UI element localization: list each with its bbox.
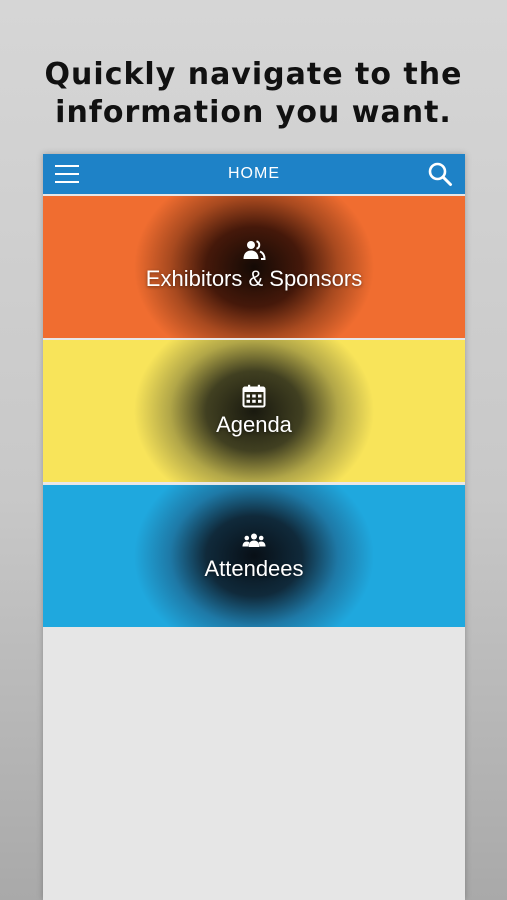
search-icon[interactable] — [427, 161, 453, 187]
promo-headline: Quickly navigate to the information you … — [0, 56, 507, 132]
top-navigation-bar: HOME — [43, 154, 465, 194]
people-icon — [242, 238, 266, 262]
tile-agenda[interactable]: Agenda — [43, 340, 465, 482]
headline-line-2: information you want. — [55, 95, 452, 130]
page-title: HOME — [228, 165, 280, 182]
tile-label-attendees: Attendees — [204, 556, 304, 581]
tile-attendees[interactable]: Attendees — [43, 485, 465, 627]
headline-line-1: Quickly navigate to the — [44, 57, 463, 92]
tile-divider — [43, 482, 465, 484]
group-icon — [242, 529, 266, 553]
calendar-icon — [242, 384, 266, 408]
tile-glow — [134, 340, 374, 482]
tile-exhibitors-sponsors[interactable]: Exhibitors & Sponsors — [43, 196, 465, 338]
app-screen: HOME Exhibitors & Sponsors Agenda Attend… — [43, 154, 465, 900]
tile-label-exhibitors-sponsors: Exhibitors & Sponsors — [145, 266, 363, 291]
tile-label-agenda: Agenda — [216, 412, 292, 437]
